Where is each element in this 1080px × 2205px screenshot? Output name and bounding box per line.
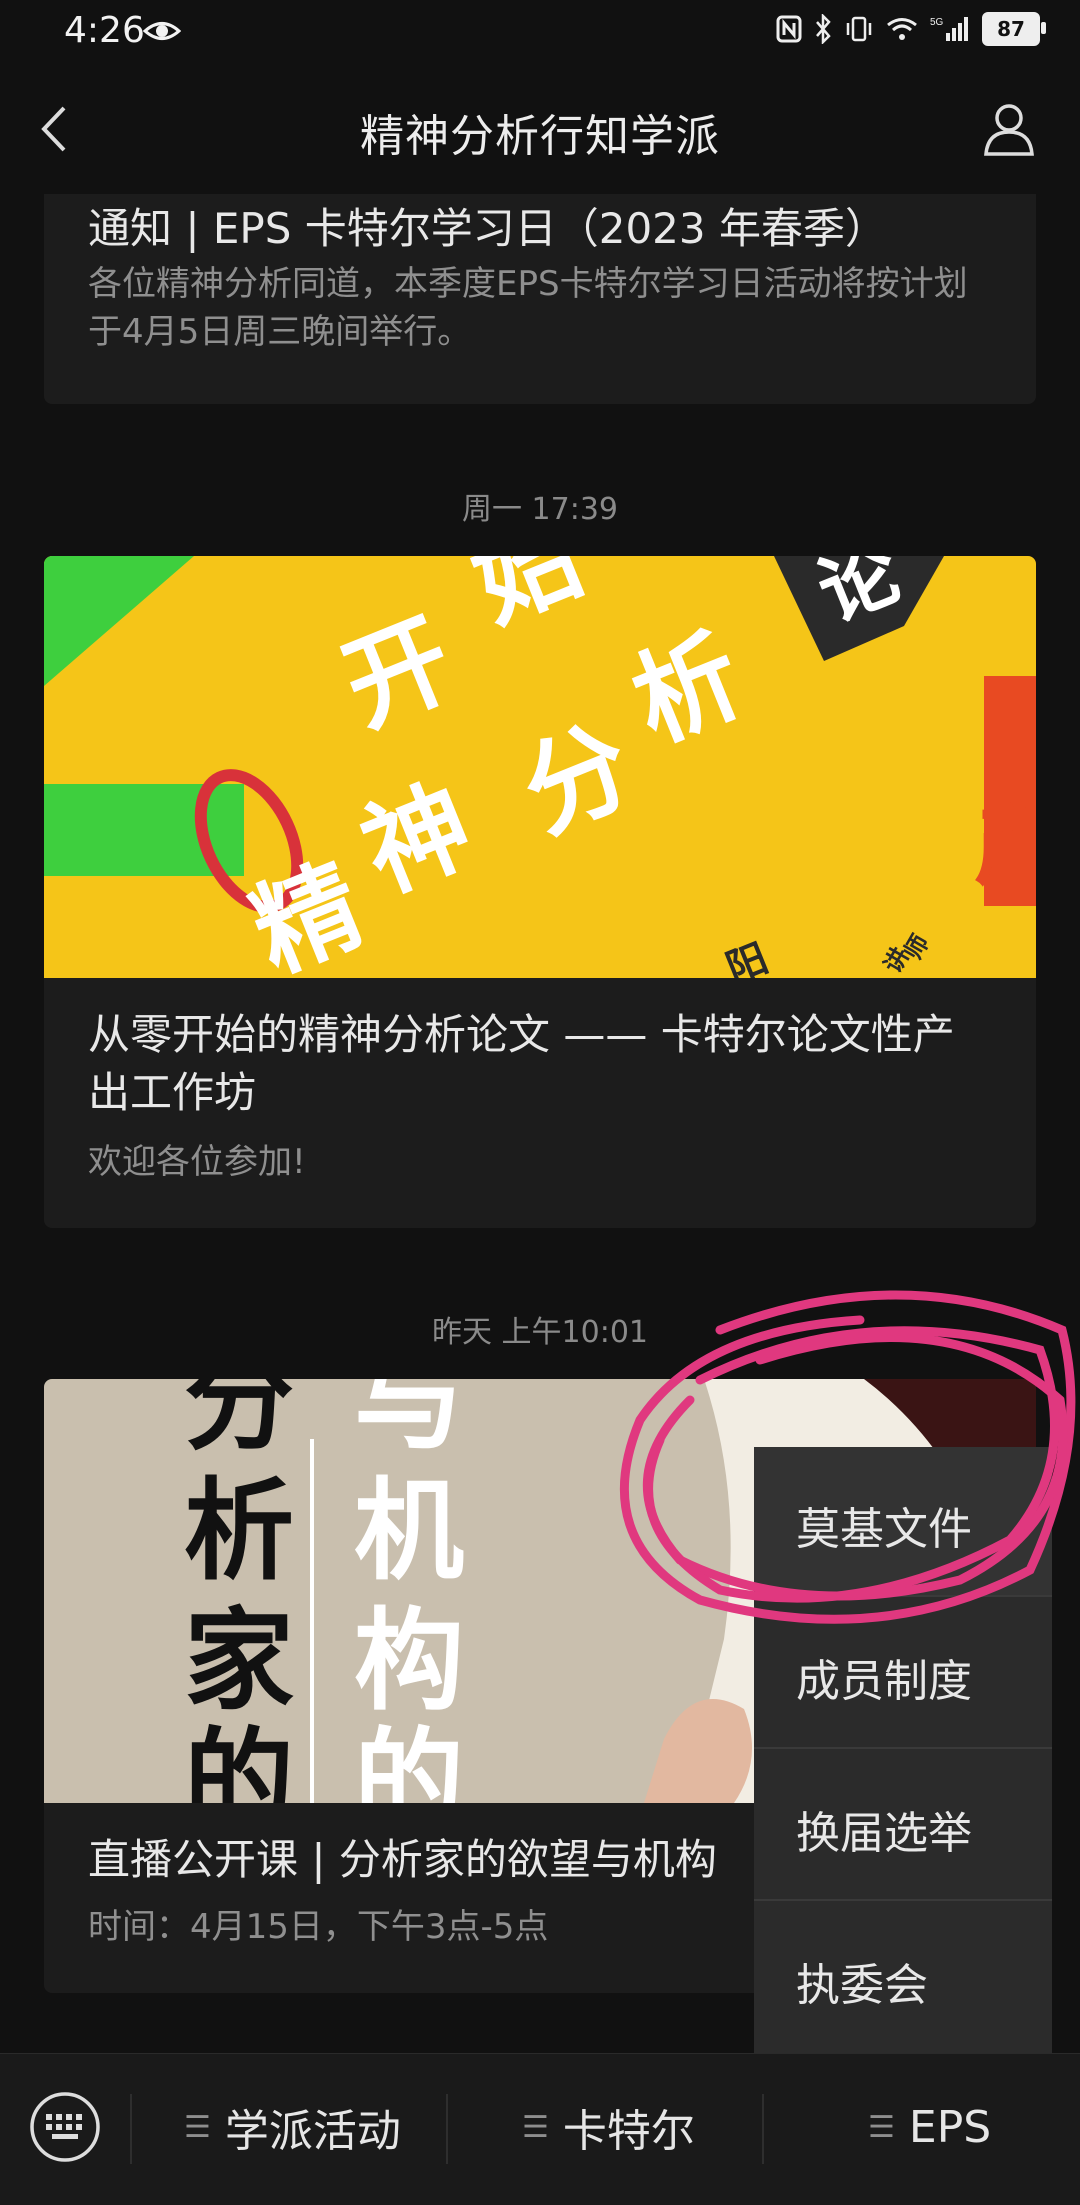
menu-item-election[interactable]: 换届选举 xyxy=(754,1751,1052,1901)
menu-item-label: 换届选举 xyxy=(796,1808,972,1859)
article-cover-image: 开 始 精 神 分 析 论 产 阳 讲 师 xyxy=(44,556,1036,978)
menu-item-executive-committee[interactable]: 执委会 xyxy=(754,1903,1052,2053)
cover-text: 的 xyxy=(184,1717,294,1803)
cover-text: 的 xyxy=(354,1717,464,1803)
page-title: 精神分析行知学派 xyxy=(360,111,720,162)
article-summary: 各位精神分析同道，本季度EPS卡特尔学习日活动将按计划于4月5日周三晚间举行。 xyxy=(88,264,968,352)
article-card[interactable]: 通知 | EPS 卡特尔学习日（2023 年春季） 各位精神分析同道，本季度EP… xyxy=(44,194,1036,404)
bottom-tab-school-activities[interactable]: ☰ 学派活动 xyxy=(184,2092,401,2162)
cover-text: 神 xyxy=(346,763,488,915)
popup-submenu: 莫基文件 成员制度 换届选举 执委会 xyxy=(754,1447,1052,2053)
cover-text: 析 xyxy=(616,613,758,765)
cover-text: 家 xyxy=(184,1597,294,1725)
bottom-menu-bar: ☰ 学派活动 ☰ 卡特尔 ☰ EPS xyxy=(0,2053,1080,2205)
nfc-icon xyxy=(776,15,802,43)
cover-text: 构 xyxy=(354,1597,464,1725)
battery-icon: 87 xyxy=(982,12,1046,46)
bottom-tab-label: 学派活动 xyxy=(224,2106,401,2157)
menu-item-label: 莫基文件 xyxy=(796,1504,972,1555)
article-summary: 欢迎各位参加! xyxy=(88,1142,306,1182)
cover-text: 分 xyxy=(506,703,648,855)
cover-text: 精 xyxy=(236,843,378,978)
status-bar: 4:26 5G 87 xyxy=(0,0,1080,64)
message-timestamp: 昨天 上午10:01 xyxy=(432,1315,648,1350)
menu-lines-icon: ☰ xyxy=(522,2109,549,2145)
article-title: 从零开始的精神分析论文 —— 卡特尔论文性产出工作坊 xyxy=(88,1010,955,1117)
status-time: 4:26 xyxy=(64,10,145,51)
menu-lines-icon: ☰ xyxy=(184,2109,211,2145)
divider xyxy=(130,2094,132,2164)
article-title: 通知 | EPS 卡特尔学习日（2023 年春季） xyxy=(88,204,887,253)
menu-item-founding-documents[interactable]: 莫基文件 xyxy=(754,1447,1052,1597)
keyboard-icon[interactable] xyxy=(28,2090,102,2164)
cover-text: 开 xyxy=(327,597,469,749)
menu-lines-icon: ☰ xyxy=(868,2109,895,2145)
wifi-icon xyxy=(887,18,917,40)
bottom-tab-label: EPS xyxy=(908,2101,992,2153)
profile-icon[interactable] xyxy=(982,102,1036,156)
bottom-tab-cartel[interactable]: ☰ 卡特尔 xyxy=(522,2092,695,2162)
eye-icon xyxy=(143,22,181,40)
divider xyxy=(446,2094,448,2164)
article-title: 直播公开课 | 分析家的欲望与机构 xyxy=(88,1835,717,1884)
signal-icon: 5G xyxy=(930,17,968,41)
cover-text: 始 xyxy=(456,556,598,645)
status-icons: 5G 87 xyxy=(776,12,1046,46)
bottom-tab-eps[interactable]: ☰ EPS xyxy=(868,2092,991,2162)
bluetooth-icon xyxy=(816,14,831,44)
menu-item-membership-rules[interactable]: 成员制度 xyxy=(754,1599,1052,1749)
cover-text: 分 xyxy=(184,1379,294,1465)
message-timestamp: 周一 17:39 xyxy=(462,492,618,527)
vibrate-icon xyxy=(846,16,872,42)
svg-text:5G: 5G xyxy=(930,17,944,28)
cover-text: 机 xyxy=(354,1467,464,1595)
menu-item-label: 执委会 xyxy=(796,1960,928,2011)
menu-item-label: 成员制度 xyxy=(796,1656,972,1707)
divider xyxy=(762,2094,764,2164)
nav-bar: 精神分析行知学派 xyxy=(0,64,1080,194)
cover-text: 阳 xyxy=(720,936,774,978)
cover-graphic: 开 始 精 神 分 析 论 产 阳 讲 师 xyxy=(44,556,1036,978)
cover-text: 产 xyxy=(974,793,1036,898)
cover-text: 与 xyxy=(354,1379,464,1465)
article-card[interactable]: 开 始 精 神 分 析 论 产 阳 讲 师 从零开始的精神分析论文 —— 卡特尔… xyxy=(44,556,1036,1228)
cover-text: 析 xyxy=(184,1467,294,1595)
bottom-tab-label: 卡特尔 xyxy=(562,2106,695,2157)
battery-level: 87 xyxy=(997,17,1025,41)
